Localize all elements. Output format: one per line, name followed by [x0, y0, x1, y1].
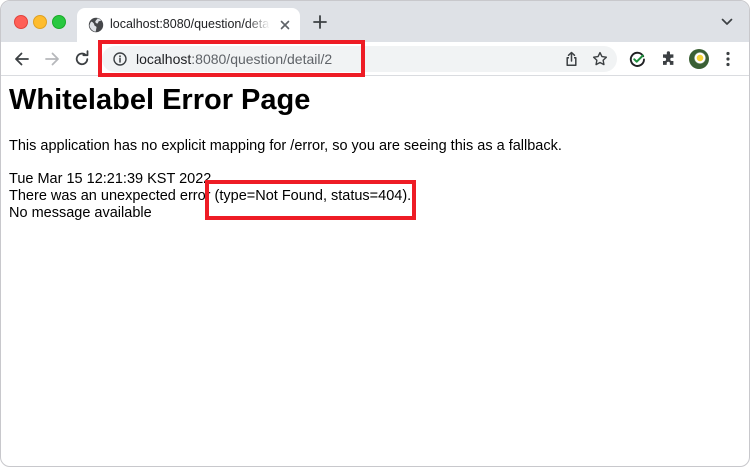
share-icon[interactable]	[564, 51, 579, 67]
puzzle-icon[interactable]	[660, 51, 677, 68]
chevron-down-icon[interactable]	[721, 17, 733, 27]
error-timestamp: Tue Mar 15 12:21:39 KST 2022	[9, 171, 212, 187]
error-explanation: This application has no explicit mapping…	[9, 138, 562, 154]
tab-active[interactable]: localhost:8080/question/detail/2	[77, 8, 300, 42]
url-host: localhost	[136, 51, 192, 67]
tab-title: localhost:8080/question/detail/2	[110, 17, 270, 31]
error-details: Tue Mar 15 12:21:39 KST 2022 There was a…	[9, 171, 411, 222]
browser-toolbar: localhost:8080/question/detail/2	[1, 42, 749, 76]
window-close-button[interactable]	[14, 15, 28, 29]
url-path: :8080/question/detail/2	[191, 51, 333, 67]
close-icon[interactable]	[278, 18, 292, 32]
info-icon[interactable]	[113, 52, 127, 66]
window-maximize-button[interactable]	[52, 15, 66, 29]
error-status: (type=Not Found, status=404).	[214, 188, 412, 204]
profile-avatar[interactable]	[689, 49, 709, 69]
arrow-left-icon[interactable]	[13, 50, 31, 68]
arrow-right-icon[interactable]	[43, 50, 61, 68]
page-content: Whitelabel Error Page This application h…	[1, 76, 749, 466]
kebab-menu-icon[interactable]	[725, 51, 731, 67]
error-line: There was an unexpected error (type=Not …	[9, 188, 411, 205]
url-text[interactable]: localhost:8080/question/detail/2	[136, 51, 332, 67]
tab-strip: localhost:8080/question/detail/2	[1, 1, 749, 42]
address-bar[interactable]: localhost:8080/question/detail/2	[102, 46, 617, 72]
check-circle-icon[interactable]	[629, 51, 646, 68]
error-prefix: There was an unexpected error	[9, 188, 215, 204]
window-minimize-button[interactable]	[33, 15, 47, 29]
globe-icon	[88, 17, 104, 33]
star-icon[interactable]	[592, 51, 608, 67]
reload-icon[interactable]	[73, 50, 91, 68]
new-tab-plus-icon[interactable]	[312, 14, 328, 30]
page-title: Whitelabel Error Page	[9, 84, 311, 116]
browser-window: localhost:8080/question/detail/2 localho…	[0, 0, 750, 467]
error-message: No message available	[9, 205, 152, 221]
